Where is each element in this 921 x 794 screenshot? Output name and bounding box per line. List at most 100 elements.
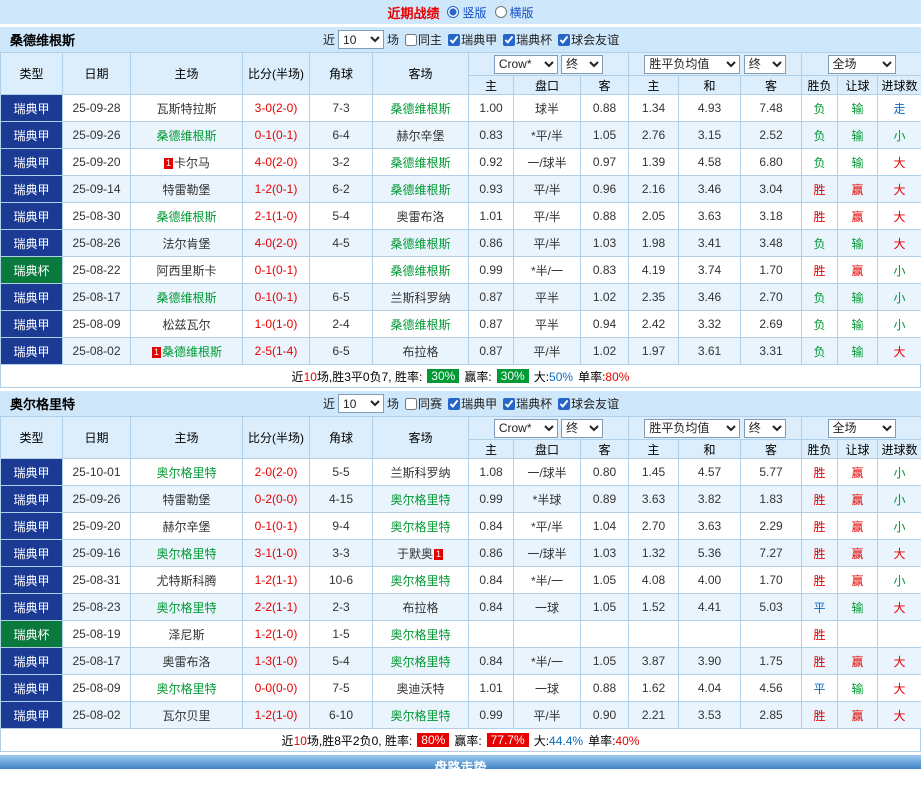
bookmaker-select[interactable]: Crow* [494,55,558,74]
away-team[interactable]: 桑德维根斯 [373,230,469,257]
cup-checkbox[interactable] [503,398,515,410]
away-team[interactable]: 桑德维根斯 [373,311,469,338]
result-cell: 负 [802,95,838,122]
home-team[interactable]: 瓦尔贝里 [131,702,243,729]
filter-league[interactable]: 瑞典甲 [448,31,497,48]
home-team[interactable]: 桑德维根斯 [131,284,243,311]
score: 2-5(1-4) [243,338,310,365]
recent-count-select[interactable]: 10 [338,30,384,49]
match-date: 25-08-31 [63,567,131,594]
home-team[interactable]: 1卡尔马 [131,149,243,176]
handicap-result-cell: 赢 [838,203,878,230]
match-date: 25-08-30 [63,203,131,230]
home-team[interactable]: 奥雷布洛 [131,648,243,675]
result-cell: 胜 [802,702,838,729]
odds-type-select[interactable]: 胜平负均值 [644,55,740,74]
match-date: 25-08-22 [63,257,131,284]
away-team[interactable]: 奥尔格里特 [373,702,469,729]
layout-vertical-radio[interactable]: 竖版 [447,4,486,21]
home-team[interactable]: 桑德维根斯 [131,203,243,230]
match-date: 25-08-09 [63,675,131,702]
away-team[interactable]: 桑德维根斯 [373,95,469,122]
away-team[interactable]: 奥尔格里特 [373,567,469,594]
away-team[interactable]: 桑德维根斯 [373,149,469,176]
col-type: 类型 [1,53,63,95]
away-team[interactable]: 兰斯科罗纳 [373,459,469,486]
league-checkbox[interactable] [448,34,460,46]
handicap-result-cell: 输 [838,95,878,122]
away-team[interactable]: 桑德维根斯 [373,176,469,203]
home-team[interactable]: 奥尔格里特 [131,540,243,567]
bookmaker-select[interactable]: Crow* [494,419,558,438]
draw-odds: 3.15 [679,122,741,149]
odds-type-select[interactable]: 胜平负均值 [644,419,740,438]
goals-result-cell: 大 [878,230,921,257]
filter-friendly[interactable]: 球会友谊 [558,31,619,48]
cup-checkbox[interactable] [503,34,515,46]
odds-time-select[interactable]: 终 [561,419,603,438]
away-team[interactable]: 兰斯科罗纳 [373,284,469,311]
layout-horizontal-radio[interactable]: 横版 [495,4,534,21]
same-home-checkbox[interactable] [405,34,417,46]
filter-cup[interactable]: 瑞典杯 [503,31,552,48]
goals-result-cell: 大 [878,675,921,702]
col-away: 客场 [373,53,469,95]
away-team[interactable]: 奥尔格里特 [373,621,469,648]
away-win-odds: 2.29 [741,513,802,540]
home-team[interactable]: 桑德维根斯 [131,122,243,149]
away-team[interactable]: 桑德维根斯 [373,257,469,284]
europe-time-select[interactable]: 终 [744,419,786,438]
same-comp-checkbox[interactable] [405,398,417,410]
away-team[interactable]: 布拉格 [373,338,469,365]
home-team[interactable]: 特雷勒堡 [131,176,243,203]
filter-league[interactable]: 瑞典甲 [448,395,497,412]
filter-cup[interactable]: 瑞典杯 [503,395,552,412]
odds-time-select[interactable]: 终 [561,55,603,74]
filter-same-home[interactable]: 同主 [405,31,442,48]
filter-friendly[interactable]: 球会友谊 [558,395,619,412]
home-team[interactable]: 特雷勒堡 [131,486,243,513]
away-team[interactable]: 奥尔格里特 [373,486,469,513]
home-team[interactable]: 1桑德维根斯 [131,338,243,365]
corner-score: 5-4 [310,203,373,230]
handicap-line: 球半 [514,95,581,122]
horizontal-radio-input[interactable] [495,6,507,18]
friendly-checkbox[interactable] [558,34,570,46]
league-checkbox[interactable] [448,398,460,410]
away-team[interactable]: 于默奥1 [373,540,469,567]
home-team[interactable]: 泽尼斯 [131,621,243,648]
home-team[interactable]: 松兹瓦尔 [131,311,243,338]
recent-count-select[interactable]: 10 [338,394,384,413]
home-team[interactable]: 奥尔格里特 [131,675,243,702]
away-team[interactable]: 赫尔辛堡 [373,122,469,149]
away-team[interactable]: 布拉格 [373,594,469,621]
goals-result-cell: 大 [878,338,921,365]
home-team[interactable]: 赫尔辛堡 [131,513,243,540]
filter-same-comp[interactable]: 同赛 [405,395,442,412]
home-team[interactable]: 尤特斯科腾 [131,567,243,594]
vertical-radio-input[interactable] [447,6,459,18]
league-badge: 瑞典甲 [1,284,63,311]
league-badge: 瑞典甲 [1,230,63,257]
scope-select[interactable]: 全场 [828,419,896,438]
handicap-away-odds: 0.88 [581,95,629,122]
handicap-away-odds: 1.05 [581,567,629,594]
away-win-odds: 2.85 [741,702,802,729]
home-team[interactable]: 奥尔格里特 [131,594,243,621]
home-team[interactable]: 阿西里斯卡 [131,257,243,284]
away-team[interactable]: 奥尔格里特 [373,648,469,675]
draw-odds: 3.90 [679,648,741,675]
away-team[interactable]: 奥尔格里特 [373,513,469,540]
goals-result-cell: 大 [878,648,921,675]
home-team[interactable]: 奥尔格里特 [131,459,243,486]
win-rate-badge: 80% [417,733,449,747]
away-team[interactable]: 奥雷布洛 [373,203,469,230]
europe-time-select[interactable]: 终 [744,55,786,74]
scope-select[interactable]: 全场 [828,55,896,74]
friendly-checkbox[interactable] [558,398,570,410]
match-date: 25-08-19 [63,621,131,648]
home-team[interactable]: 法尔肯堡 [131,230,243,257]
filter-bar: 近 10 场 同主 瑞典甲 瑞典杯 球会友谊 [323,30,619,49]
home-team[interactable]: 瓦斯特拉斯 [131,95,243,122]
away-team[interactable]: 奥迪沃特 [373,675,469,702]
